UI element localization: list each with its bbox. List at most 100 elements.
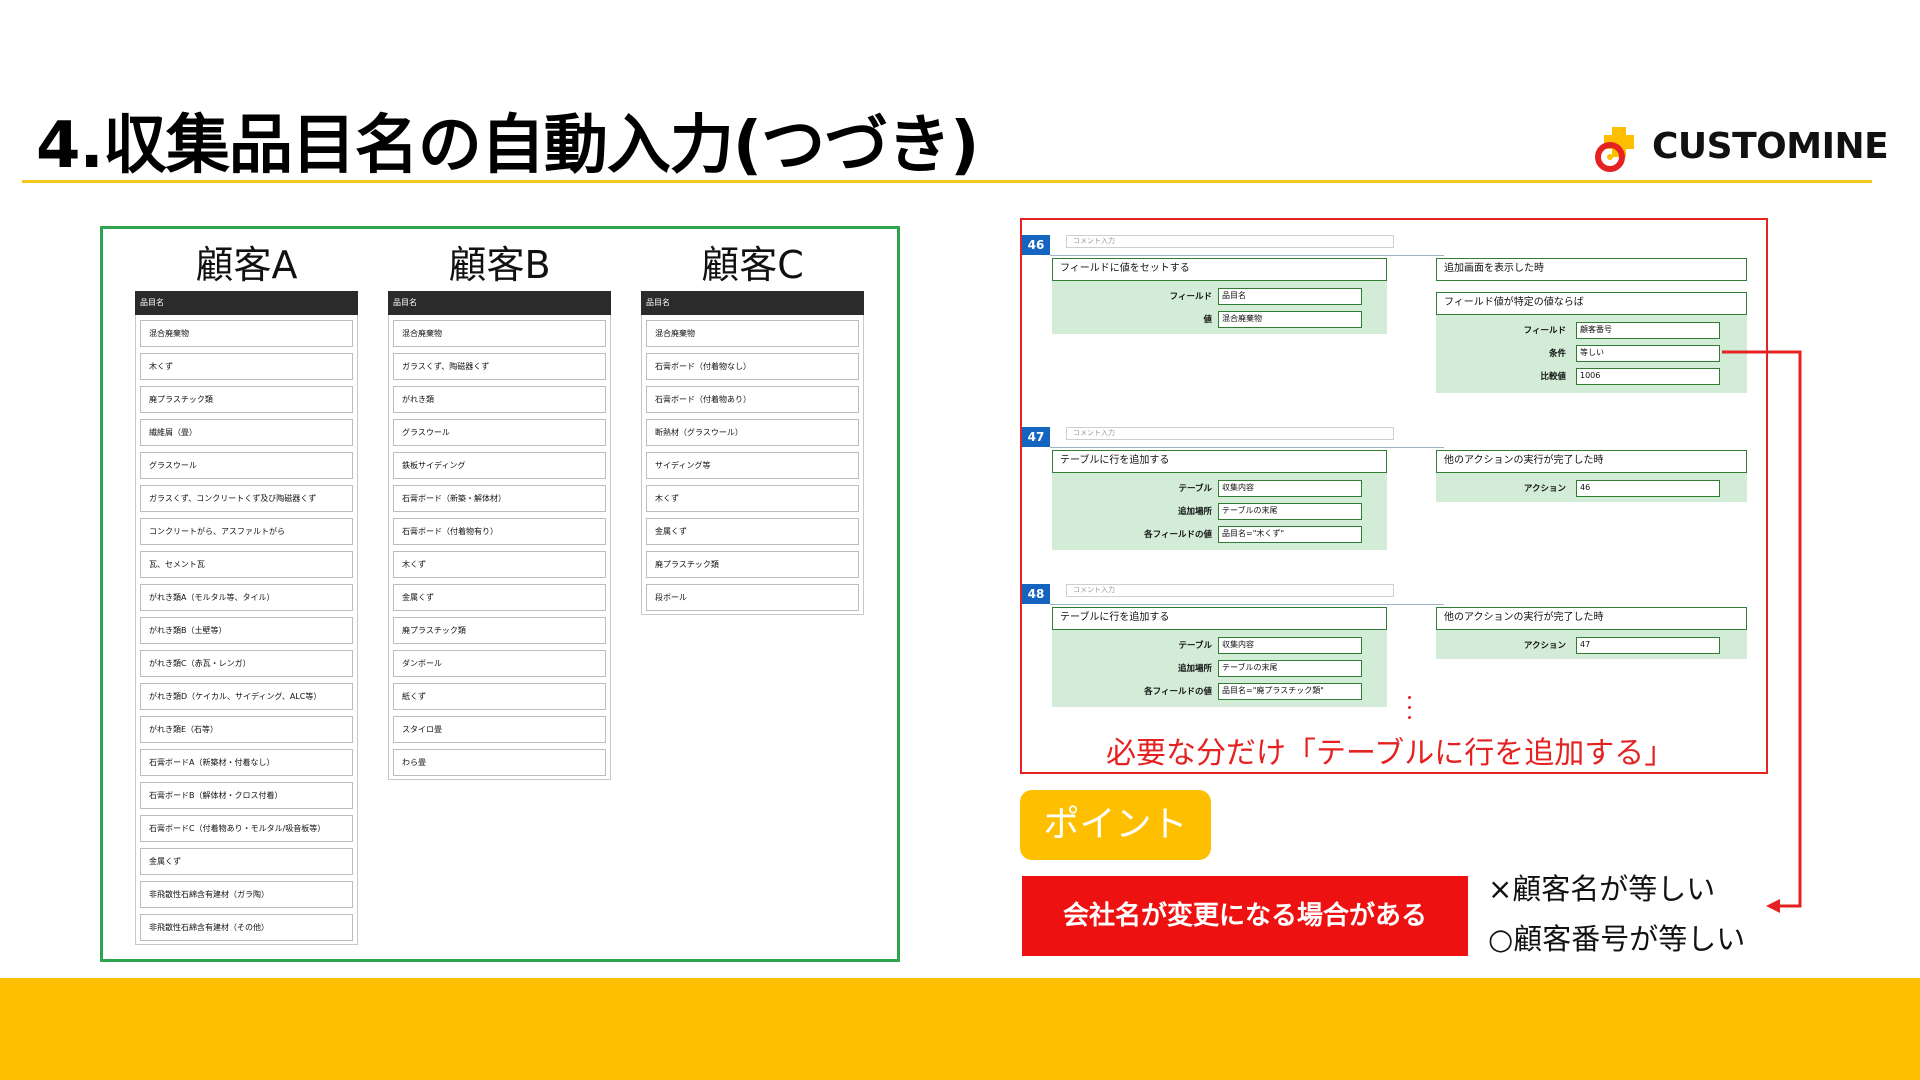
- field-input[interactable]: 1006: [1576, 368, 1720, 385]
- field-label: フィールド: [1523, 326, 1566, 336]
- field-row: テーブル 収集内容: [1052, 637, 1387, 655]
- list-item: ダンボール: [393, 650, 606, 677]
- list-item: がれき類C（赤瓦・レンガ）: [140, 650, 353, 677]
- list-item: コンクリートがら、アスファルトがら: [140, 518, 353, 545]
- comment-input[interactable]: コメント入力: [1066, 427, 1394, 440]
- list-item: サイディング等: [646, 452, 859, 479]
- list-item: がれき類: [393, 386, 606, 413]
- rule-number: 46: [1022, 235, 1050, 255]
- field-input[interactable]: 46: [1576, 480, 1720, 497]
- customer-name: 顧客B: [448, 243, 551, 287]
- item-list: 混合廃棄物 木くず 廃プラスチック類 繊維屑（畳） グラスウール ガラスくず、コンクリート…: [135, 315, 358, 945]
- list-item: 木くず: [393, 551, 606, 578]
- condition-input[interactable]: 等しい: [1576, 345, 1720, 362]
- list-header: 品目名: [388, 291, 611, 315]
- field-input[interactable]: 混合廃棄物: [1218, 311, 1362, 328]
- list-item: 廃プラスチック類: [393, 617, 606, 644]
- trigger-title[interactable]: 他のアクションの実行が完了した時: [1436, 607, 1747, 630]
- rule-number: 47: [1022, 427, 1050, 447]
- list-item: スタイロ畳: [393, 716, 606, 743]
- rule-number: 48: [1022, 584, 1050, 604]
- logo-text: CUSTOMINE: [1652, 125, 1889, 167]
- list-item: 混合廃棄物: [393, 320, 606, 347]
- list-item: 混合廃棄物: [140, 320, 353, 347]
- field-input[interactable]: 47: [1576, 637, 1720, 654]
- list-item: 石膏ボードB（解体材・クロス付着）: [140, 782, 353, 809]
- list-header: 品目名: [135, 291, 358, 315]
- footer-band: [0, 978, 1920, 1080]
- list-item: 廃プラスチック類: [646, 551, 859, 578]
- list-item: 非飛散性石綿含有建材（ガラ陶）: [140, 881, 353, 908]
- action-box: テーブルに行を追加する テーブル 収集内容 追加場所 テーブルの末尾 各フィール…: [1052, 607, 1387, 707]
- list-item: 瓦、セメント瓦: [140, 551, 353, 578]
- list-item: 廃プラスチック類: [140, 386, 353, 413]
- bad-example: ×顧客名が等しい: [1488, 872, 1716, 906]
- comment-input[interactable]: コメント入力: [1066, 584, 1394, 597]
- field-label: 値: [1203, 315, 1212, 325]
- condition-title[interactable]: フィールド値が特定の値ならば: [1436, 292, 1747, 315]
- field-input[interactable]: 収集内容: [1218, 480, 1362, 497]
- comment-input[interactable]: コメント入力: [1066, 235, 1394, 248]
- list-item: 木くず: [646, 485, 859, 512]
- field-input[interactable]: 品目名="廃プラスチック類": [1218, 683, 1362, 700]
- field-input[interactable]: 顧客番号: [1576, 322, 1720, 339]
- field-row: アクション 47: [1436, 637, 1747, 655]
- customer-c-column: 顧客C 品目名 混合廃棄物 石膏ボード（付着物なし） 石膏ボード（付着物あり） 断熱材…: [641, 239, 864, 615]
- list-item: 石膏ボードA（新築材・付着なし）: [140, 749, 353, 776]
- list-item: 金属くず: [646, 518, 859, 545]
- condition-box: フィールド値が特定の値ならば フィールド 顧客番号 条件 等しい 比較値 100…: [1436, 292, 1747, 393]
- trigger-title[interactable]: 他のアクションの実行が完了した時: [1436, 450, 1747, 473]
- field-input[interactable]: 品目名: [1218, 288, 1362, 305]
- item-list: 混合廃棄物 ガラスくず、陶磁器くず がれき類 グラスウール 鉄板サイディング 石膏ボード（…: [388, 315, 611, 780]
- divider: [1050, 604, 1444, 605]
- field-row: フィールド 品目名: [1052, 288, 1387, 306]
- field-label: 条件: [1548, 349, 1566, 359]
- customer-name: 顧客C: [701, 243, 804, 287]
- list-item: 石膏ボードC（付着物あり・モルタル/吸音板等）: [140, 815, 353, 842]
- customine-logo: CUSTOMINE: [1592, 118, 1889, 174]
- field-row: 各フィールドの値 品目名="木くず": [1052, 526, 1387, 544]
- field-label: アクション: [1523, 484, 1566, 494]
- list-item: わら畳: [393, 749, 606, 776]
- field-row: フィールド 顧客番号: [1436, 322, 1747, 340]
- field-input[interactable]: 収集内容: [1218, 637, 1362, 654]
- list-item: 金属くず: [140, 848, 353, 875]
- puzzle-logo-icon: [1592, 119, 1646, 173]
- list-item: 混合廃棄物: [646, 320, 859, 347]
- action-box: テーブルに行を追加する テーブル 収集内容 追加場所 テーブルの末尾 各フィール…: [1052, 450, 1387, 550]
- field-label: アクション: [1523, 641, 1566, 651]
- list-item: ガラスくず、コンクリートくず及び陶磁器くず: [140, 485, 353, 512]
- list-item: 木くず: [140, 353, 353, 380]
- field-input[interactable]: 品目名="木くず": [1218, 526, 1362, 543]
- action-title[interactable]: テーブルに行を追加する: [1052, 607, 1387, 630]
- action-title[interactable]: テーブルに行を追加する: [1052, 450, 1387, 473]
- field-label: 各フィールドの値: [1144, 530, 1212, 540]
- field-label: 比較値: [1540, 372, 1566, 382]
- customer-a-column: 顧客A 品目名 混合廃棄物 木くず 廃プラスチック類 繊維屑（畳） グラスウール ガラスく…: [135, 239, 358, 945]
- action-title[interactable]: フィールドに値をセットする: [1052, 258, 1387, 281]
- field-row: 比較値 1006: [1436, 368, 1747, 386]
- list-item: がれき類A（モルタル等、タイル）: [140, 584, 353, 611]
- field-row: 追加場所 テーブルの末尾: [1052, 660, 1387, 678]
- list-item: 非飛散性石綿含有建材（その他）: [140, 914, 353, 941]
- field-input[interactable]: テーブルの末尾: [1218, 503, 1362, 520]
- customer-b-column: 顧客B 品目名 混合廃棄物 ガラスくず、陶磁器くず がれき類 グラスウール 鉄板サイディ…: [388, 239, 611, 780]
- field-input[interactable]: テーブルの末尾: [1218, 660, 1362, 677]
- list-item: 鉄板サイディング: [393, 452, 606, 479]
- field-row: 追加場所 テーブルの末尾: [1052, 503, 1387, 521]
- item-list: 混合廃棄物 石膏ボード（付着物なし） 石膏ボード（付着物あり） 断熱材（グラスウール）…: [641, 315, 864, 615]
- list-item: 石膏ボード（新築・解体材）: [393, 485, 606, 512]
- rules-panel: 46 コメント入力 フィールドに値をセットする フィールド 品目名 値 混合廃棄…: [1020, 218, 1768, 774]
- repeat-note: 必要な分だけ「テーブルに行を追加する」: [1106, 736, 1675, 771]
- field-label: テーブル: [1178, 484, 1213, 494]
- trigger-title[interactable]: 追加画面を表示した時: [1436, 258, 1747, 281]
- rule-47: 47 コメント入力 テーブルに行を追加する テーブル 収集内容 追加場所 テーブ…: [1022, 419, 1766, 550]
- list-item: 石膏ボード（付着物あり）: [646, 386, 859, 413]
- field-row: 条件 等しい: [1436, 345, 1747, 363]
- list-item: がれき類D（ケイカル、サイディング、ALC等）: [140, 683, 353, 710]
- field-label: フィールド: [1169, 292, 1212, 302]
- title-underline: [22, 180, 1872, 183]
- list-header: 品目名: [641, 291, 864, 315]
- list-item: ガラスくず、陶磁器くず: [393, 353, 606, 380]
- list-item: 繊維屑（畳）: [140, 419, 353, 446]
